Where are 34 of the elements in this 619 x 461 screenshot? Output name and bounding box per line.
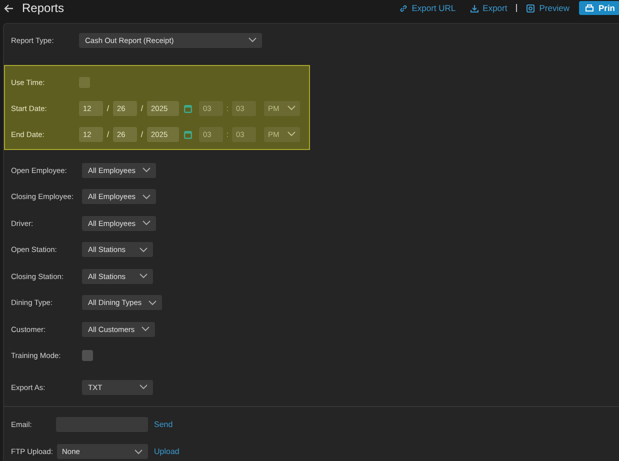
download-icon	[470, 4, 479, 12]
date-separator: /	[106, 104, 110, 112]
chevron-icon	[248, 37, 257, 43]
header-action-link[interactable]: Export URL	[392, 3, 463, 13]
chevron-icon	[287, 131, 296, 137]
date-separator: /	[106, 130, 110, 138]
upload-link[interactable]: Upload	[148, 447, 180, 456]
chevron-icon	[287, 105, 296, 111]
page-title: Reports	[22, 1, 64, 15]
date-separator: /	[140, 130, 144, 138]
link-icon	[398, 4, 408, 12]
chevron-icon	[139, 273, 148, 280]
header-action-link[interactable]: Preview	[519, 3, 576, 13]
use-time-checkbox[interactable]	[79, 76, 90, 88]
header-action-link[interactable]: Export	[462, 3, 514, 13]
chevron-icon	[142, 194, 151, 200]
time-separator: :	[225, 104, 230, 112]
filter-checkbox[interactable]	[82, 350, 93, 362]
calendar-icon[interactable]	[184, 104, 192, 112]
date-separator: /	[140, 104, 144, 112]
chevron-icon	[148, 300, 157, 306]
print-button[interactable]: Prin	[579, 1, 619, 15]
chevron-icon	[140, 326, 150, 332]
time-separator: :	[225, 130, 230, 138]
chevron-icon	[139, 246, 148, 253]
chevron-icon	[139, 384, 148, 390]
chevron-icon	[142, 167, 151, 174]
back-arrow-icon[interactable]	[4, 4, 14, 12]
chevron-icon	[142, 220, 151, 226]
calendar-icon[interactable]	[184, 130, 192, 138]
send-link[interactable]: Send	[148, 420, 173, 429]
preview-icon	[526, 4, 536, 12]
printer-icon	[585, 4, 594, 12]
chevron-icon	[134, 448, 143, 454]
